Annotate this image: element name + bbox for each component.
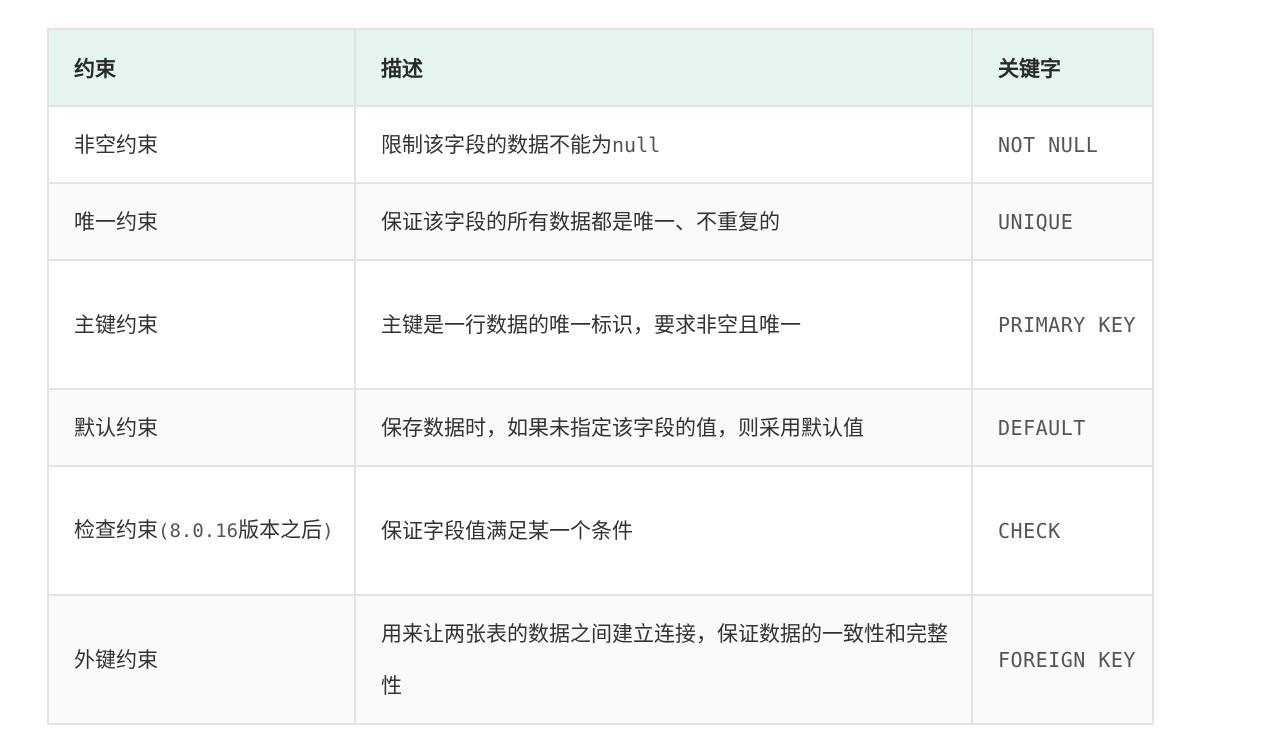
header-keyword: 关键字 bbox=[971, 28, 1154, 107]
description-cell: 保证字段值满足某一个条件 bbox=[354, 465, 973, 596]
table-row: 检查约束(8.0.16版本之后) 保证字段值满足某一个条件 CHECK bbox=[47, 465, 1154, 596]
keyword-text: UNIQUE bbox=[998, 209, 1074, 234]
table-row: 外键约束 用来让两张表的数据之间建立连接，保证数据的一致性和完整性 FOREIG… bbox=[47, 594, 1154, 725]
keyword-text: DEFAULT bbox=[998, 415, 1086, 440]
description-cell: 保存数据时，如果未指定该字段的值，则采用默认值 bbox=[354, 388, 973, 467]
constraints-table-container: 约束 描述 关键字 非空约束 限制该字段的数据不能为null NOT NULL … bbox=[47, 28, 1154, 725]
keyword-text: NOT NULL bbox=[998, 132, 1099, 157]
description-cell: 保证该字段的所有数据都是唯一、不重复的 bbox=[354, 182, 973, 261]
keyword-cell: NOT NULL bbox=[971, 105, 1154, 184]
table-row: 唯一约束 保证该字段的所有数据都是唯一、不重复的 UNIQUE bbox=[47, 182, 1154, 261]
table-row: 非空约束 限制该字段的数据不能为null NOT NULL bbox=[47, 105, 1154, 184]
constraints-table: 约束 描述 关键字 非空约束 限制该字段的数据不能为null NOT NULL … bbox=[47, 28, 1154, 725]
constraint-cell: 唯一约束 bbox=[47, 182, 356, 261]
description-text: 限制该字段的数据不能为 bbox=[381, 132, 612, 157]
table-header: 约束 描述 关键字 bbox=[47, 28, 1154, 107]
constraint-cell: 检查约束(8.0.16版本之后) bbox=[47, 465, 356, 596]
description-cell: 用来让两张表的数据之间建立连接，保证数据的一致性和完整性 bbox=[354, 594, 973, 725]
constraint-note-close: ) bbox=[322, 520, 334, 542]
constraint-note-open: ( bbox=[158, 520, 170, 542]
constraint-note-version: 8.0.16 bbox=[169, 520, 239, 542]
keyword-cell: PRIMARY KEY bbox=[971, 259, 1154, 390]
constraint-cell: 主键约束 bbox=[47, 259, 356, 390]
keyword-cell: CHECK bbox=[971, 465, 1154, 596]
keyword-text: FOREIGN KEY bbox=[998, 647, 1136, 672]
header-row: 约束 描述 关键字 bbox=[47, 28, 1154, 107]
keyword-cell: DEFAULT bbox=[971, 388, 1154, 467]
header-description: 描述 bbox=[354, 28, 973, 107]
description-cell: 主键是一行数据的唯一标识，要求非空且唯一 bbox=[354, 259, 973, 390]
header-constraint: 约束 bbox=[47, 28, 356, 107]
keyword-text: PRIMARY KEY bbox=[998, 312, 1136, 337]
keyword-cell: FOREIGN KEY bbox=[971, 594, 1154, 725]
table-body: 非空约束 限制该字段的数据不能为null NOT NULL 唯一约束 保证该字段… bbox=[47, 105, 1154, 725]
keyword-cell: UNIQUE bbox=[971, 182, 1154, 261]
constraint-note-text: 版本之后 bbox=[238, 518, 323, 542]
keyword-text: CHECK bbox=[998, 518, 1061, 543]
constraint-text: 检查约束 bbox=[74, 518, 158, 542]
description-cell: 限制该字段的数据不能为null bbox=[354, 105, 973, 184]
constraint-cell: 非空约束 bbox=[47, 105, 356, 184]
table-row: 主键约束 主键是一行数据的唯一标识，要求非空且唯一 PRIMARY KEY bbox=[47, 259, 1154, 390]
constraint-cell: 外键约束 bbox=[47, 594, 356, 725]
constraint-cell: 默认约束 bbox=[47, 388, 356, 467]
description-code: null bbox=[612, 132, 661, 157]
table-row: 默认约束 保存数据时，如果未指定该字段的值，则采用默认值 DEFAULT bbox=[47, 388, 1154, 467]
